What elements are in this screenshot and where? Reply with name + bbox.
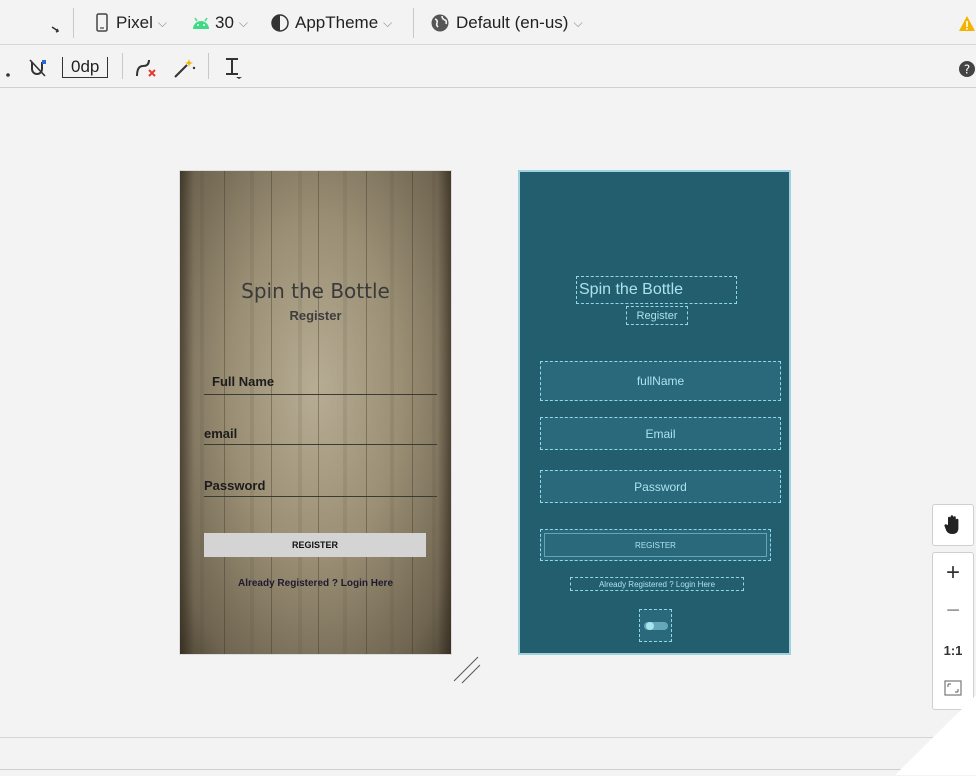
globe-icon bbox=[431, 14, 449, 32]
default-margin-selector[interactable]: 0dp bbox=[62, 52, 109, 82]
api-level-selector[interactable]: 30 ⌵ bbox=[191, 8, 248, 38]
blueprint-subtitle[interactable]: Register bbox=[626, 306, 688, 325]
blueprint-toggle[interactable] bbox=[639, 609, 672, 642]
email-label: email bbox=[204, 426, 238, 441]
toggle-icon bbox=[643, 621, 668, 630]
autoconnect-icon[interactable] bbox=[4, 53, 50, 83]
svg-text:?: ? bbox=[964, 63, 970, 77]
password-field[interactable] bbox=[204, 496, 437, 497]
toolbar-design: 0dp ? bbox=[0, 45, 976, 88]
theme-icon bbox=[271, 14, 289, 32]
design-canvas[interactable] bbox=[0, 88, 976, 736]
hand-icon bbox=[944, 515, 959, 534]
chevron-down-icon: ⌵ bbox=[157, 15, 167, 30]
pan-hand-button[interactable] bbox=[932, 504, 974, 546]
blueprint-email-input[interactable]: Email bbox=[540, 417, 781, 450]
blueprint-password-hint: Password bbox=[634, 479, 687, 494]
android-icon bbox=[193, 17, 209, 29]
window-corner bbox=[895, 695, 976, 775]
full-name-field[interactable] bbox=[204, 394, 437, 395]
blueprint-title[interactable]: Spin the Bottle bbox=[576, 276, 737, 304]
help-icon[interactable]: ? bbox=[958, 54, 976, 84]
design-preview[interactable]: Spin the Bottle Register Full Name email… bbox=[179, 170, 452, 655]
blueprint-button-inner bbox=[544, 533, 767, 557]
chevron-down-icon: ⌵ bbox=[383, 15, 393, 30]
clear-constraints-icon[interactable] bbox=[134, 53, 160, 83]
zoom-controls: + − 1:1 bbox=[932, 552, 974, 710]
toolbar-top: Pixel ⌵ 30 ⌵ AppTheme ⌵ Default (en-us) … bbox=[0, 0, 976, 45]
resize-handle-icon[interactable] bbox=[452, 655, 482, 685]
divider bbox=[0, 769, 976, 770]
full-name-label: Full Name bbox=[212, 374, 275, 389]
fit-screen-icon bbox=[944, 680, 962, 696]
margin-value: 0dp bbox=[62, 56, 109, 78]
blueprint-password-input[interactable]: Password bbox=[540, 470, 781, 503]
api-level-label: 30 bbox=[215, 13, 234, 32]
locale-selector[interactable]: Default (en-us) ⌵ bbox=[430, 8, 583, 38]
blueprint-fullname-input[interactable]: fullName bbox=[540, 361, 781, 401]
separator bbox=[122, 53, 123, 79]
separator bbox=[73, 8, 74, 38]
theme-label: AppTheme bbox=[295, 13, 379, 32]
device-selector[interactable]: Pixel ⌵ bbox=[95, 8, 167, 38]
blueprint-preview[interactable]: Spin the Bottle Register fullName Email … bbox=[518, 170, 791, 655]
zoom-out-button[interactable]: − bbox=[933, 593, 973, 629]
blueprint-login-text: Already Registered ? Login Here bbox=[598, 579, 716, 589]
blueprint-subtitle-text: Register bbox=[636, 309, 678, 322]
blueprint-fullname-hint: fullName bbox=[636, 374, 685, 388]
register-button[interactable]: REGISTER bbox=[204, 533, 426, 557]
bottom-status-bar bbox=[0, 737, 976, 776]
password-label: Password bbox=[204, 478, 266, 493]
login-link[interactable]: Already Registered ? Login Here bbox=[180, 578, 451, 589]
register-subtitle: Register bbox=[289, 308, 342, 323]
chevron-down-icon: ⌵ bbox=[238, 15, 249, 30]
infer-constraints-icon[interactable] bbox=[172, 53, 198, 83]
app-title: Spin the Bottle bbox=[241, 279, 390, 303]
device-label: Pixel bbox=[116, 13, 153, 32]
warning-icon[interactable] bbox=[958, 9, 976, 39]
blueprint-login-link[interactable]: Already Registered ? Login Here bbox=[570, 577, 744, 591]
blueprint-title-text: Spin the Bottle bbox=[579, 281, 684, 298]
separator bbox=[208, 53, 209, 79]
blueprint-register-button[interactable]: REGISTER bbox=[540, 529, 771, 561]
separator bbox=[413, 8, 414, 38]
orientation-icon[interactable] bbox=[34, 8, 64, 38]
guidelines-icon[interactable] bbox=[222, 53, 248, 83]
zoom-in-button[interactable]: + bbox=[933, 555, 973, 591]
email-field[interactable] bbox=[204, 444, 437, 445]
theme-selector[interactable]: AppTheme ⌵ bbox=[270, 8, 392, 38]
blueprint-email-hint: Email bbox=[645, 426, 676, 441]
chevron-down-icon: ⌵ bbox=[573, 15, 583, 30]
phone-icon bbox=[96, 13, 108, 32]
zoom-actual-size-button[interactable]: 1:1 bbox=[933, 632, 973, 668]
locale-label: Default (en-us) bbox=[456, 13, 569, 32]
